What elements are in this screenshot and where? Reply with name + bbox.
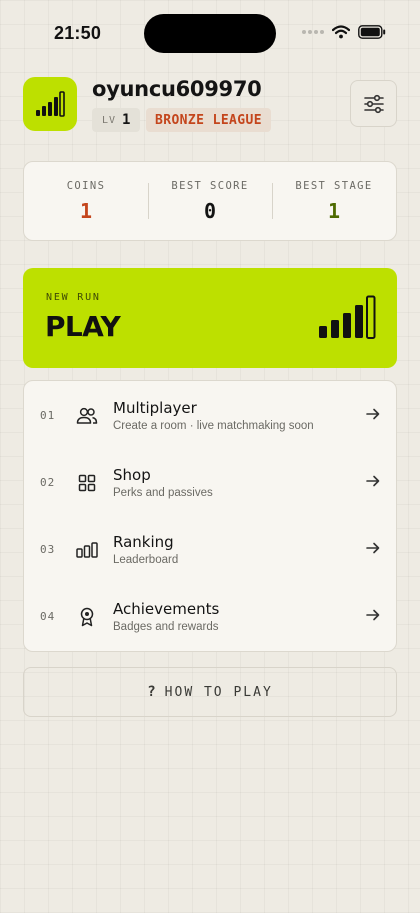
dynamic-island: [144, 14, 276, 53]
stat-value: 1: [79, 198, 93, 223]
menu-item-multiplayer[interactable]: 01 Multiplayer Create a room · live matc…: [24, 381, 396, 448]
stat-coins: COINS 1: [24, 162, 148, 240]
play-button[interactable]: NEW RUN PLAY: [23, 268, 397, 368]
signal-dots-icon: [302, 30, 324, 34]
menu-index: 02: [40, 476, 56, 489]
menu-index: 04: [40, 610, 56, 623]
signal-bars-icon: [319, 295, 376, 339]
stats-card: COINS 1 BEST SCORE 0 BEST STAGE 1: [23, 161, 397, 241]
settings-button[interactable]: [350, 80, 397, 127]
arrow-right-icon: [366, 609, 380, 621]
stat-label: COINS: [66, 179, 106, 192]
how-to-play-label: HOW TO PLAY: [164, 684, 273, 700]
stat-best-score: BEST SCORE 0: [148, 162, 272, 240]
menu-list: 01 Multiplayer Create a room · live matc…: [23, 380, 397, 652]
menu-item-achievements[interactable]: 04 Achievements Badges and rewards: [24, 582, 396, 649]
arrow-right-icon: [366, 408, 380, 420]
menu-title: Multiplayer: [113, 399, 197, 417]
menu-subtitle: Leaderboard: [113, 554, 179, 566]
menu-title: Achievements: [113, 600, 220, 618]
award-icon: [76, 606, 98, 628]
menu-index: 03: [40, 543, 56, 556]
status-icons: [302, 25, 386, 39]
question-icon: ?: [147, 684, 156, 700]
status-bar: 21:50: [0, 0, 420, 62]
app-logo: [23, 77, 77, 131]
grid-icon: [76, 472, 98, 494]
stat-label: BEST SCORE: [171, 179, 249, 192]
users-icon: [76, 405, 98, 427]
league-badge: BRONZE LEAGUE: [146, 108, 271, 132]
stat-value: 1: [327, 198, 341, 223]
signal-bars-icon: [36, 91, 65, 117]
how-to-play-button[interactable]: ? HOW TO PLAY: [23, 667, 397, 717]
menu-index: 01: [40, 409, 56, 422]
level-value: 1: [122, 112, 131, 128]
menu-item-ranking[interactable]: 03 Ranking Leaderboard: [24, 515, 396, 582]
stat-value: 0: [203, 198, 217, 223]
play-title: PLAY: [45, 310, 121, 343]
menu-title: Shop: [113, 466, 151, 484]
level-label: LV: [102, 114, 117, 126]
stat-best-stage: BEST STAGE 1: [272, 162, 396, 240]
menu-title: Ranking: [113, 533, 174, 551]
arrow-right-icon: [366, 475, 380, 487]
arrow-right-icon: [366, 542, 380, 554]
profile-header: oyuncu609970 LV 1 BRONZE LEAGUE: [23, 77, 397, 133]
play-kicker: NEW RUN: [46, 292, 101, 303]
level-badge: LV 1: [92, 108, 141, 132]
stat-label: BEST STAGE: [295, 179, 373, 192]
status-time: 21:50: [54, 23, 102, 43]
menu-item-shop[interactable]: 02 Shop Perks and passives: [24, 448, 396, 515]
wifi-icon: [332, 25, 350, 39]
menu-subtitle: Create a room · live matchmaking soon: [113, 420, 314, 432]
menu-subtitle: Badges and rewards: [113, 621, 219, 633]
username: oyuncu609970: [92, 77, 262, 101]
menu-subtitle: Perks and passives: [113, 487, 213, 499]
bars-icon: [76, 539, 98, 561]
battery-icon: [358, 25, 386, 39]
sliders-icon: [363, 94, 384, 113]
